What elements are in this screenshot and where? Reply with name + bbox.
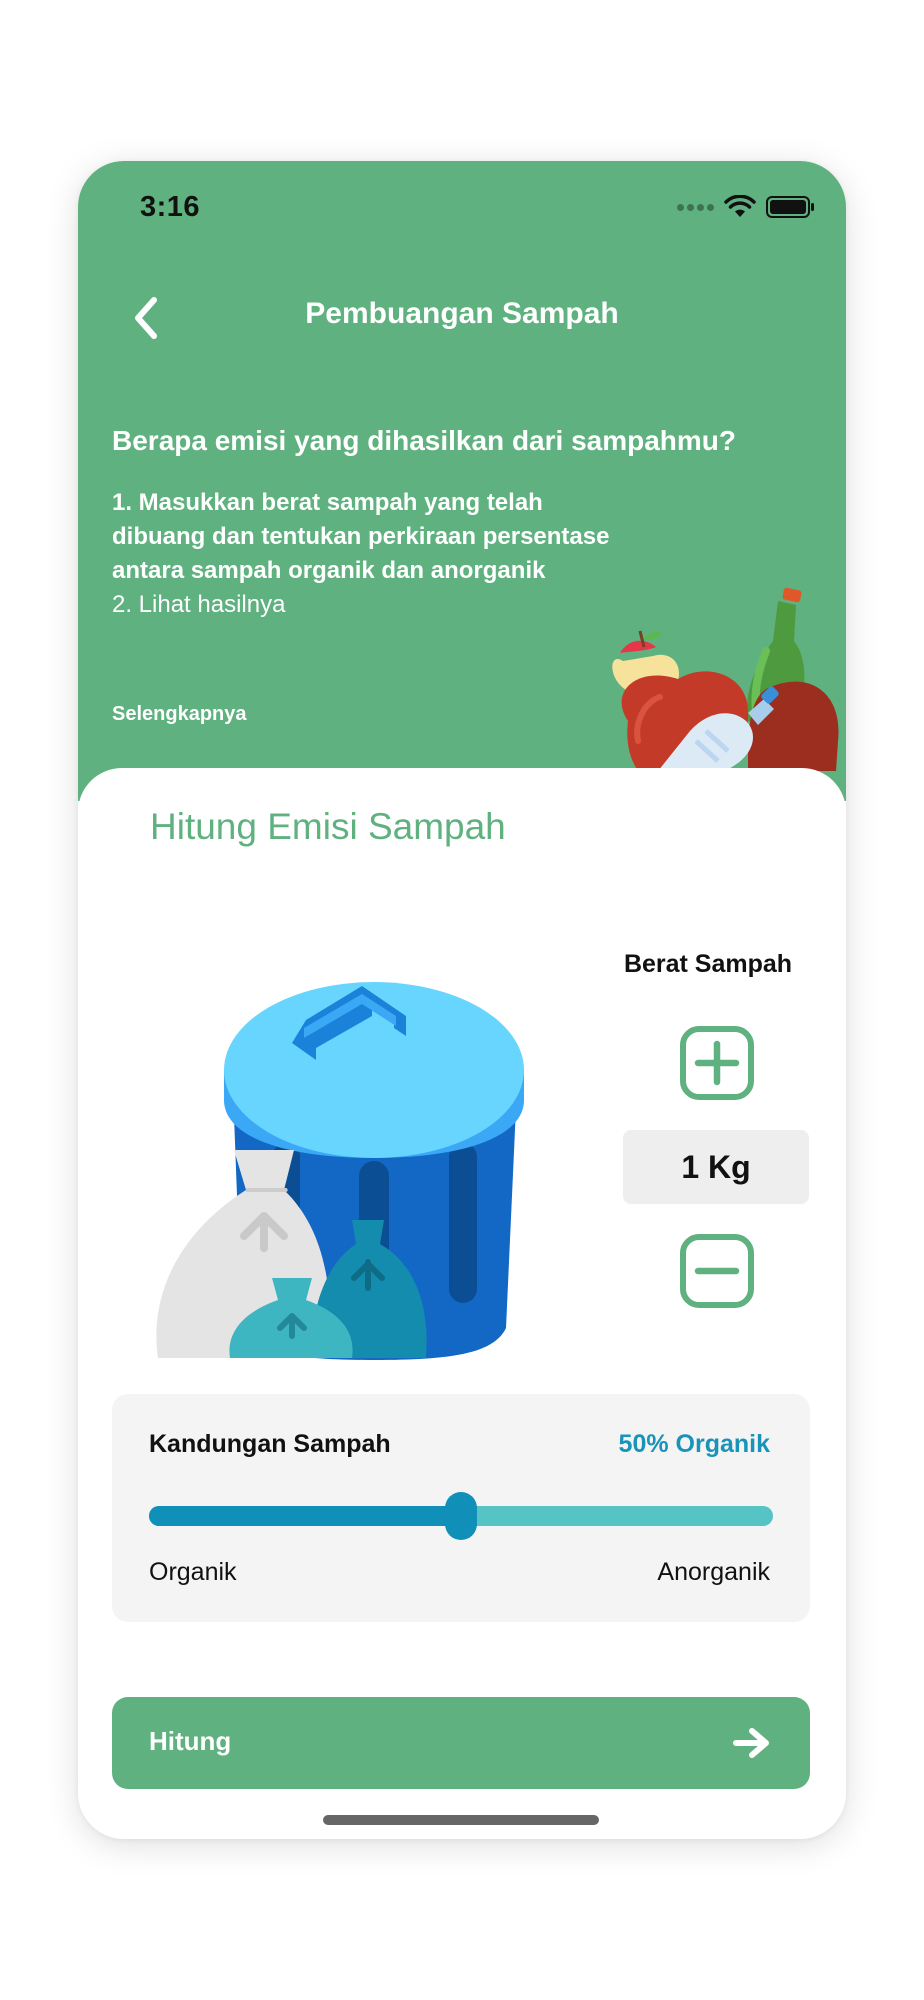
calculator-title: Hitung Emisi Sampah [150,806,506,847]
intro-steps: 1. Masukkan berat sampah yang telah dibu… [112,486,642,622]
calculate-button[interactable]: Hitung [112,1697,810,1789]
step-1-text: 1. Masukkan berat sampah yang telah dibu… [112,489,610,584]
garbage-illustration [612,587,839,771]
weight-label: Berat Sampah [623,950,793,978]
page-title: Pembuangan Sampah [305,297,619,330]
header: 3:16 Pembuangan Sampah Berapa emisi yang… [78,161,846,801]
composition-panel: Kandungan Sampah 50% Organik Organik Ano… [112,1394,810,1622]
phone-screen: 3:16 Pembuangan Sampah Berapa emisi yang… [78,161,846,1839]
slider-thumb[interactable] [445,1492,477,1540]
trash-bin-illustration [156,982,524,1360]
increase-weight-button[interactable] [679,1025,755,1101]
plus-icon [680,1026,754,1100]
composition-label: Kandungan Sampah [149,1430,391,1458]
slider-fill [149,1506,461,1526]
calculator-card: Hitung Emisi Sampah Berat Sampah 1 Kg Ka… [78,768,846,1839]
cellular-signal-icon [677,203,714,211]
weight-value: 1 Kg [623,1130,809,1204]
arrow-right-icon [733,1728,769,1758]
step-2-text: 2. Lihat hasilnya [112,591,286,618]
slider-min-label: Organik [149,1558,237,1586]
status-time: 3:16 [140,191,201,223]
slider-max-label: Anorganik [657,1558,770,1586]
more-link[interactable]: Selengkapnya [112,703,247,726]
decrease-weight-button[interactable] [679,1233,755,1309]
intro-question: Berapa emisi yang dihasilkan dari sampah… [112,425,736,456]
composition-value: 50% Organik [618,1430,770,1458]
wifi-icon [724,195,756,217]
composition-slider[interactable] [149,1492,773,1540]
home-indicator[interactable] [323,1815,599,1825]
status-icons [677,195,816,219]
battery-icon [766,196,814,218]
calculate-button-label: Hitung [149,1726,232,1756]
minus-icon [680,1234,754,1308]
